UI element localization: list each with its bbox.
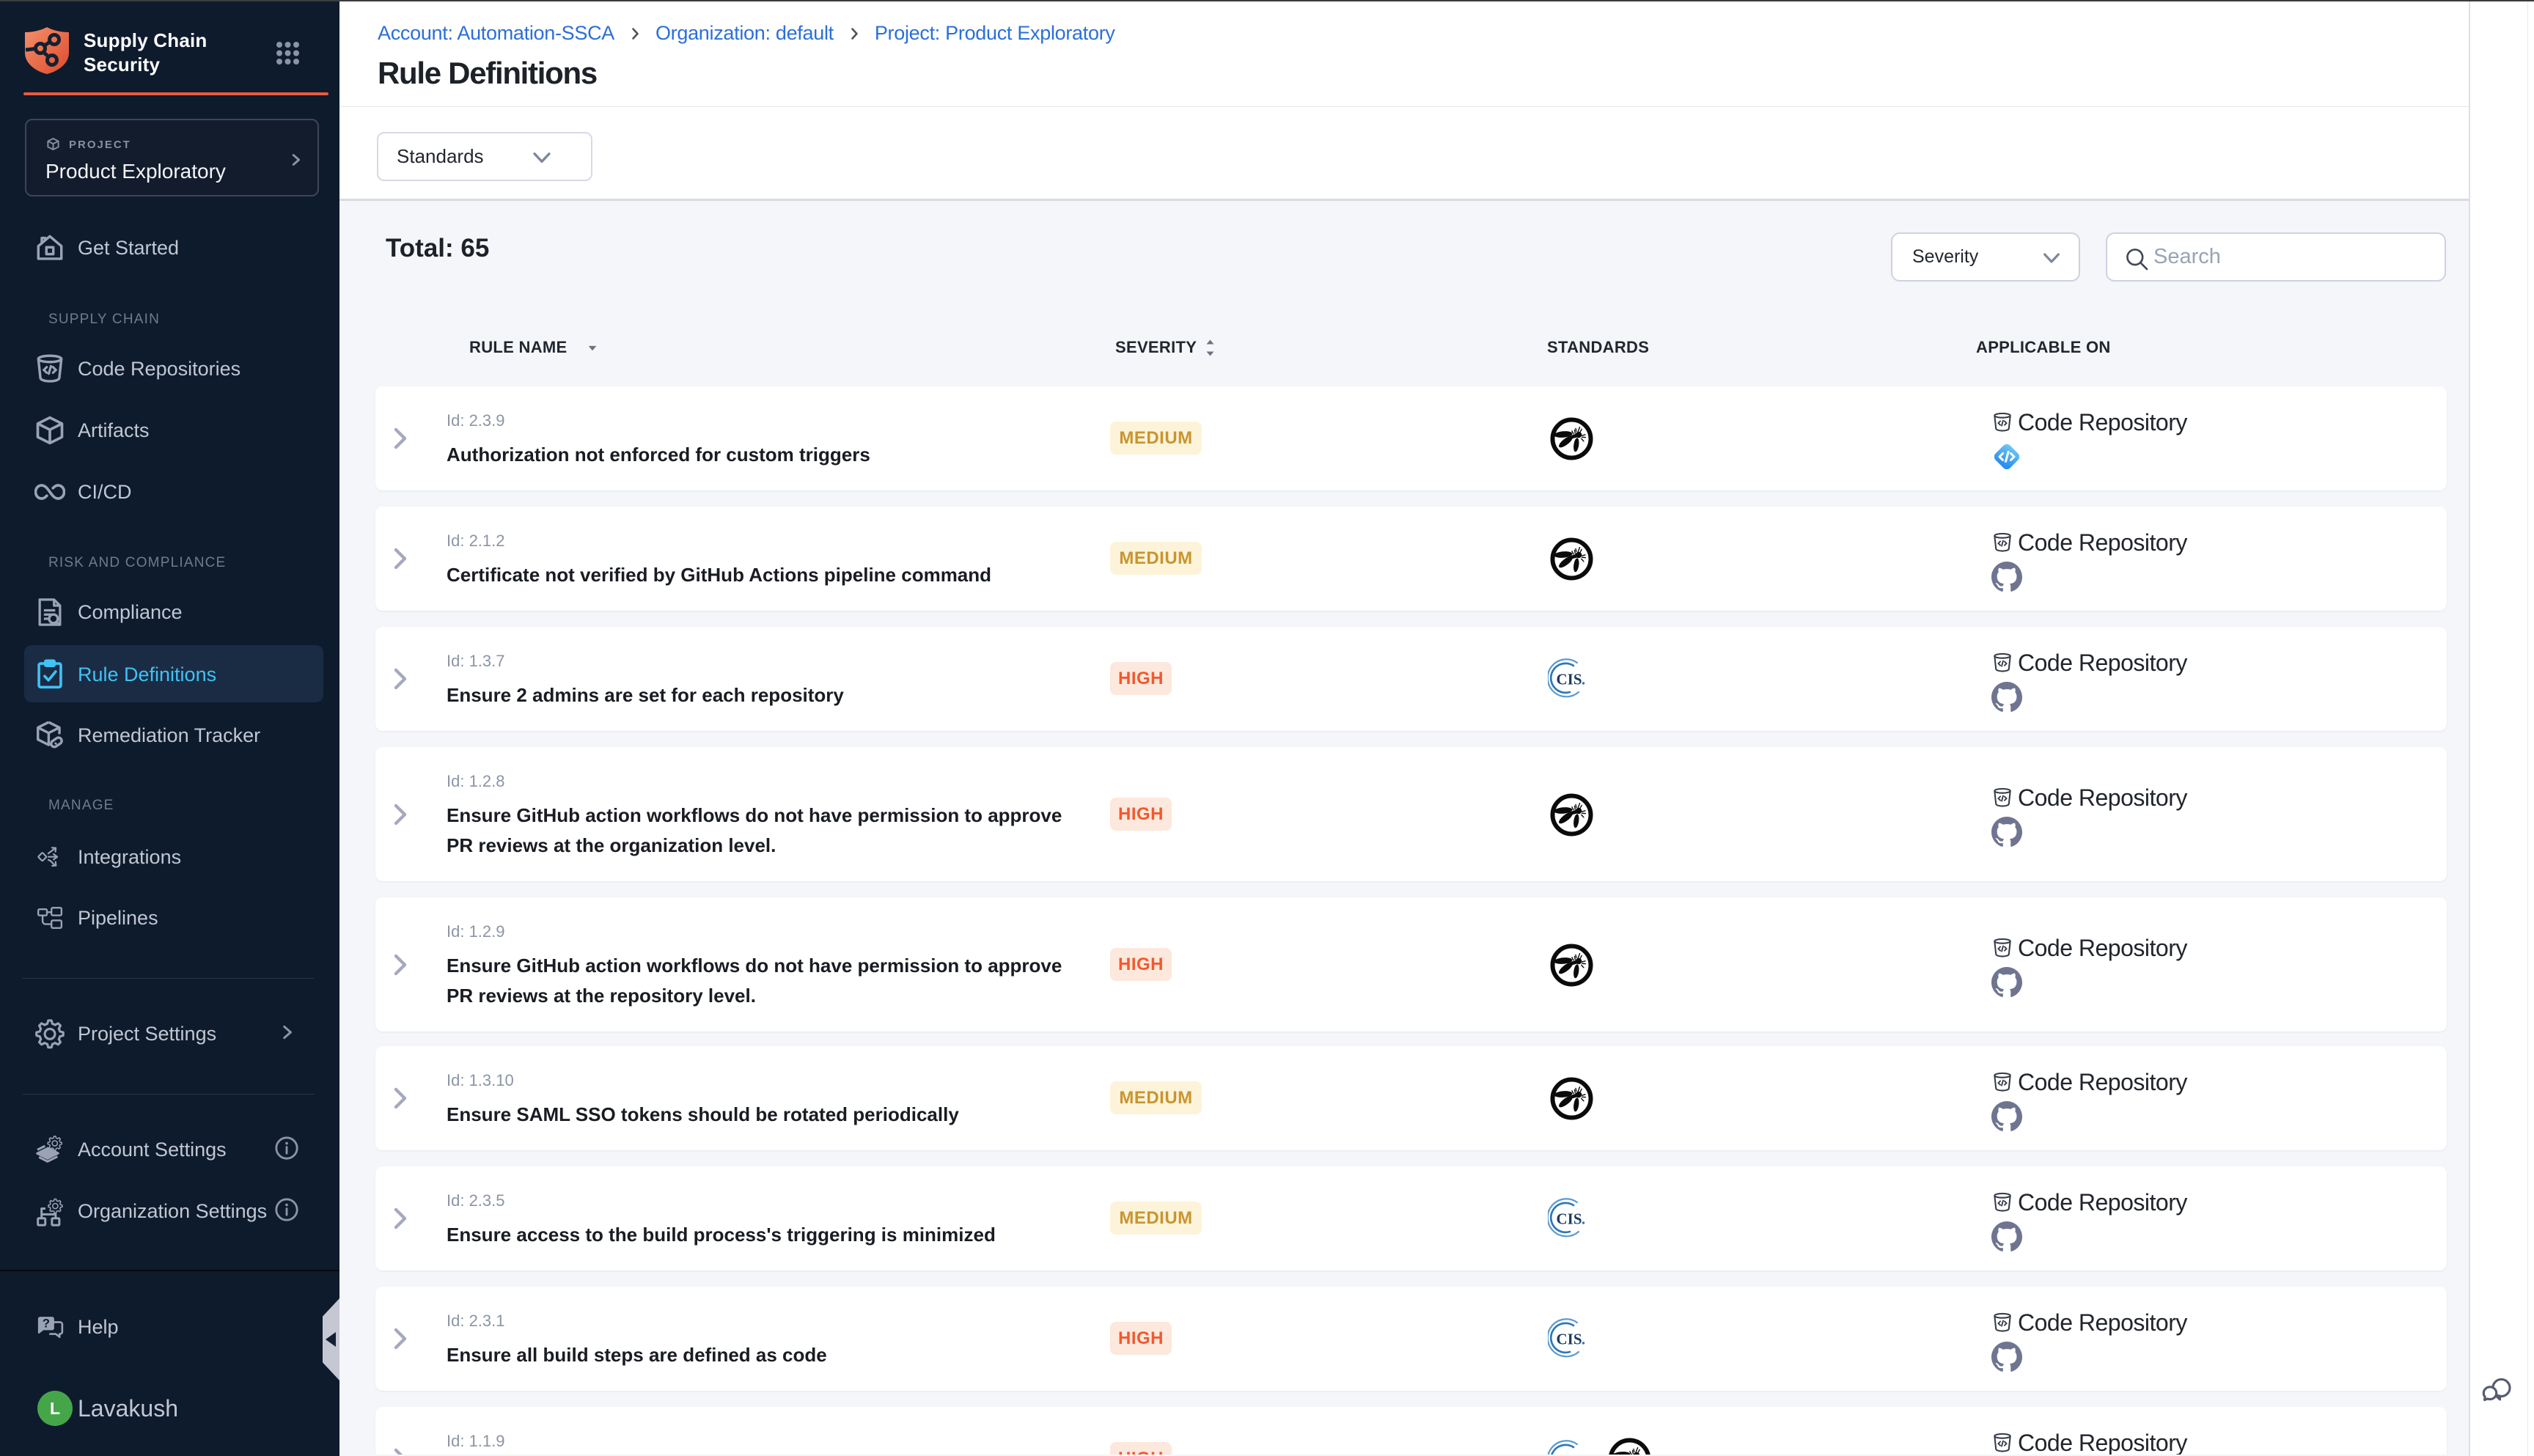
svg-text:CIS: CIS	[1557, 671, 1582, 688]
svg-text:CIS: CIS	[1557, 1331, 1582, 1348]
svg-text:?: ?	[43, 1317, 50, 1331]
svg-text:CIS: CIS	[1557, 1210, 1582, 1228]
svg-text:CIS: CIS	[1557, 1452, 1582, 1455]
